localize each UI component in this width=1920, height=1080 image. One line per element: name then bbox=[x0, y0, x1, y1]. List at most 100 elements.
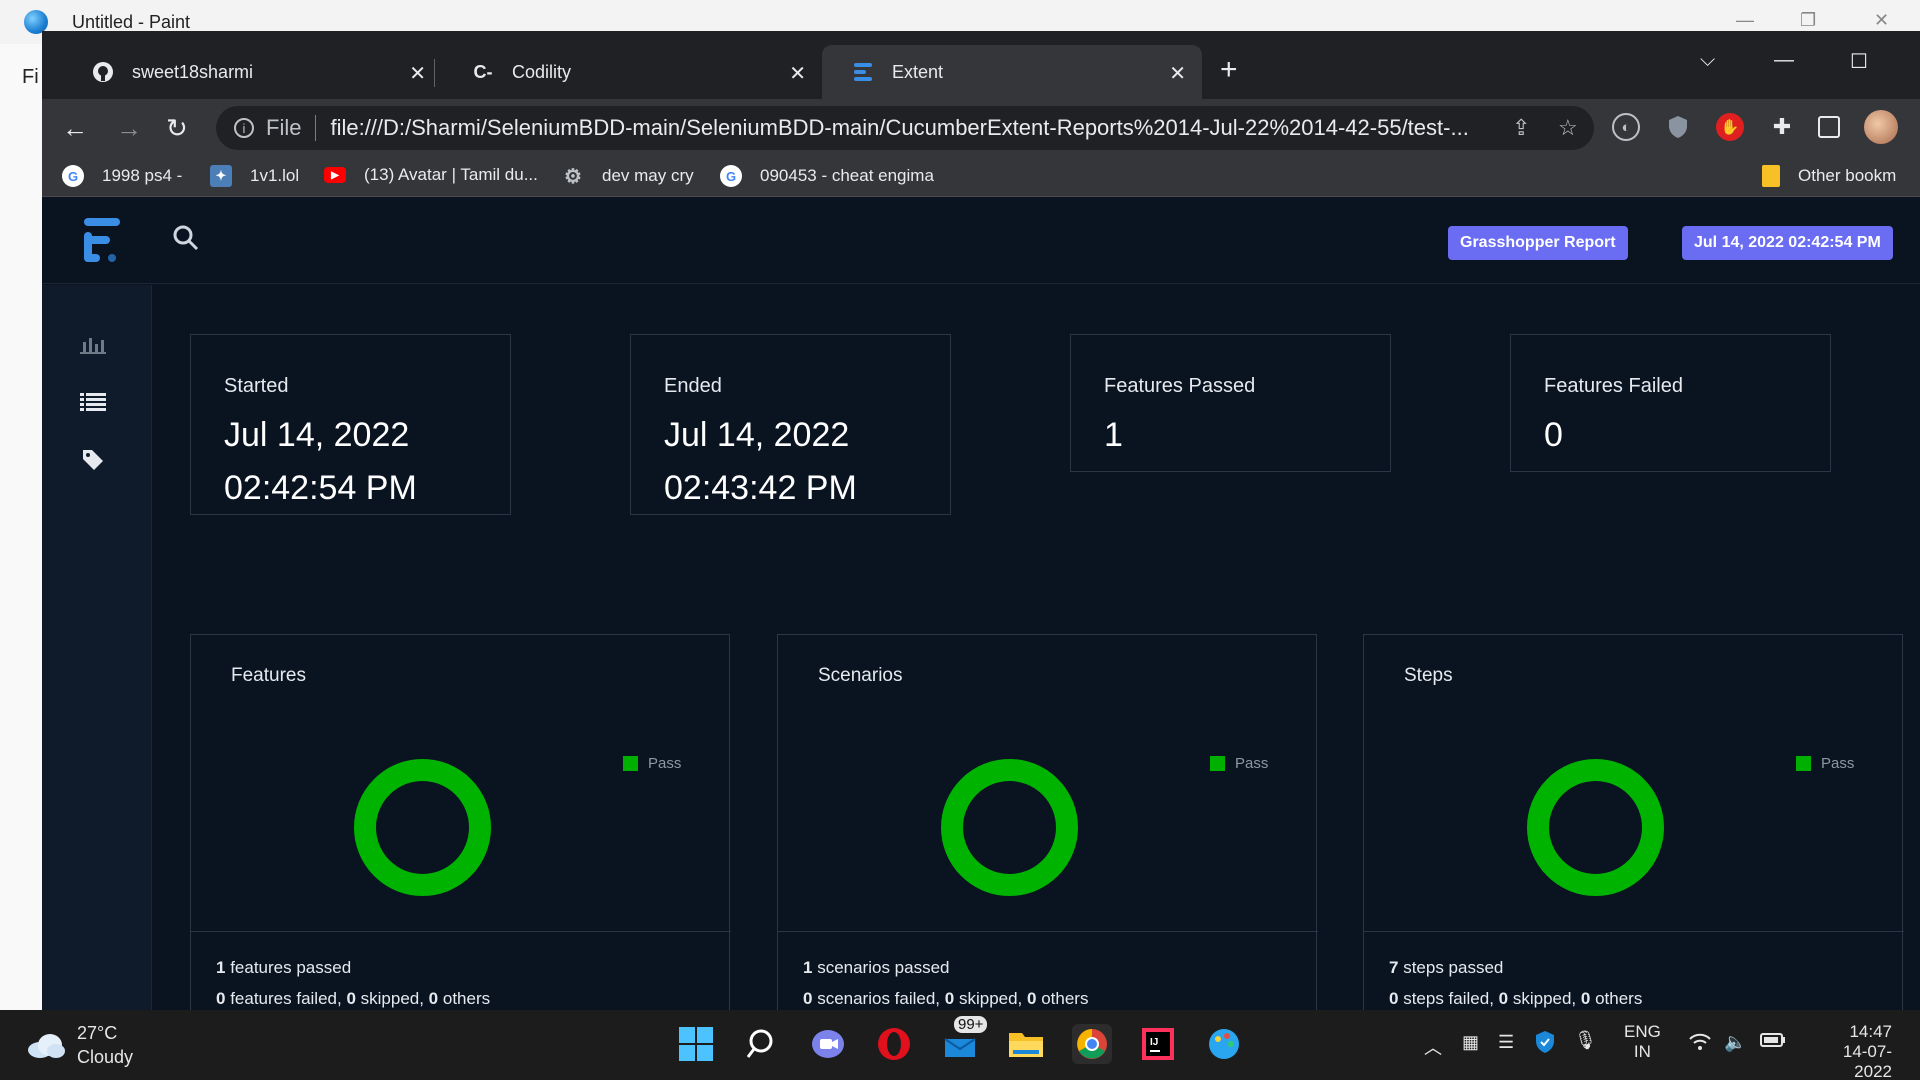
stat-card-started: Started Jul 14, 2022 02:42:54 PM bbox=[190, 334, 511, 515]
bookmark-label: 1998 ps4 - bbox=[102, 166, 183, 185]
dashboard-chart-icon[interactable] bbox=[78, 329, 108, 359]
summary-passed: 7 steps passed bbox=[1389, 958, 1504, 977]
security-shield-icon[interactable] bbox=[1534, 1030, 1556, 1059]
shield-icon[interactable] bbox=[1664, 113, 1692, 141]
stat-date: Jul 14, 2022 bbox=[664, 416, 850, 454]
donut-chart[interactable] bbox=[354, 759, 491, 896]
reload-icon[interactable]: ↻ bbox=[166, 113, 188, 144]
minimize-icon[interactable]: — bbox=[1774, 49, 1794, 72]
paint-icon[interactable] bbox=[1204, 1024, 1244, 1064]
bookmark-item[interactable]: G 090453 - cheat engima bbox=[720, 165, 934, 187]
stat-time: 02:42:54 PM bbox=[224, 469, 417, 507]
chrome-icon[interactable] bbox=[1072, 1024, 1112, 1064]
taskbar-app-icon[interactable]: ▦ bbox=[1462, 1032, 1479, 1053]
wifi-icon[interactable] bbox=[1688, 1032, 1712, 1057]
tag-icon[interactable] bbox=[78, 445, 108, 475]
report-top-nav: Grasshopper Report Jul 14, 2022 02:42:54… bbox=[42, 198, 1920, 284]
extent-report-page: Grasshopper Report Jul 14, 2022 02:42:54… bbox=[42, 198, 1920, 1010]
maximize-icon[interactable]: ☐ bbox=[1850, 49, 1868, 74]
close-icon[interactable]: ✕ bbox=[1169, 61, 1186, 86]
paint-close-icon[interactable]: ✕ bbox=[1874, 10, 1889, 31]
intellij-icon[interactable]: IJ bbox=[1138, 1024, 1178, 1064]
share-icon[interactable]: ⇪ bbox=[1512, 115, 1530, 141]
google-icon: G bbox=[720, 165, 742, 187]
volume-icon[interactable]: 🔈 bbox=[1724, 1032, 1746, 1053]
weather-temp[interactable]: 27°C bbox=[77, 1023, 117, 1044]
back-arrow-icon[interactable]: ← bbox=[62, 113, 88, 144]
youtube-icon: ▶ bbox=[324, 167, 346, 183]
stat-time: 02:43:42 PM bbox=[664, 469, 857, 507]
tab-github[interactable]: sweet18sharmi ✕ bbox=[62, 45, 442, 99]
legend-pass[interactable]: Pass bbox=[623, 755, 681, 772]
summary-passed: 1 features passed bbox=[216, 958, 352, 977]
stat-title: Ended bbox=[664, 375, 722, 397]
side-panel-icon[interactable] bbox=[1818, 116, 1840, 138]
legend-pass[interactable]: Pass bbox=[1210, 755, 1268, 772]
bookmark-item[interactable]: ⚙ dev may cry bbox=[562, 165, 694, 188]
chevron-up-icon[interactable]: ︿ bbox=[1424, 1034, 1442, 1060]
donut-chart[interactable] bbox=[941, 759, 1078, 896]
legend-swatch bbox=[1796, 756, 1811, 771]
battery-icon[interactable] bbox=[1760, 1032, 1786, 1053]
bookmark-label: dev may cry bbox=[602, 166, 694, 185]
report-name-badge: Grasshopper Report bbox=[1448, 226, 1628, 260]
opera-icon[interactable] bbox=[874, 1024, 914, 1064]
address-bar[interactable]: i File file:///D:/Sharmi/SeleniumBDD-mai… bbox=[216, 106, 1594, 150]
search-icon[interactable] bbox=[172, 224, 200, 259]
start-windows-icon[interactable] bbox=[676, 1024, 716, 1064]
microphone-icon[interactable]: 🎙 bbox=[1574, 1030, 1597, 1051]
adblock-hand-icon[interactable]: ✋ bbox=[1716, 113, 1744, 141]
weather-condition[interactable]: Cloudy bbox=[77, 1047, 133, 1068]
browser-window: sweet18sharmi ✕ C- Codility ✕ Extent ✕ +… bbox=[42, 31, 1920, 1010]
url-text[interactable]: file:///D:/Sharmi/SeleniumBDD-main/Selen… bbox=[330, 115, 1480, 141]
bookmark-label: 090453 - cheat engima bbox=[760, 166, 934, 185]
notes-icon[interactable]: ☰ bbox=[1498, 1032, 1514, 1053]
bookmark-label: (13) Avatar | Tamil du... bbox=[364, 165, 538, 184]
paint-minimize-icon[interactable]: — bbox=[1736, 10, 1754, 31]
bookmark-star-icon[interactable]: ☆ bbox=[1558, 115, 1578, 141]
tab-search-chevron-icon[interactable]: ⌵ bbox=[1700, 49, 1715, 72]
bookmark-item[interactable]: ▶ (13) Avatar | Tamil du... bbox=[324, 165, 538, 185]
stat-value: Jul 14, 2022 02:43:42 PM bbox=[664, 409, 857, 515]
paint-window-title: Untitled - Paint bbox=[72, 12, 191, 32]
file-explorer-icon[interactable] bbox=[1006, 1024, 1046, 1064]
close-icon[interactable]: ✕ bbox=[409, 61, 426, 86]
avatar[interactable] bbox=[1864, 110, 1898, 144]
new-tab-button[interactable]: + bbox=[1220, 53, 1238, 87]
tab-label: sweet18sharmi bbox=[132, 61, 254, 82]
info-icon[interactable]: i bbox=[234, 118, 254, 138]
stat-card-features-passed: Features Passed 1 bbox=[1070, 334, 1391, 472]
paint-restore-icon[interactable]: ❐ bbox=[1800, 10, 1816, 31]
language-indicator[interactable]: ENG IN bbox=[1624, 1022, 1661, 1062]
features-panel: Features Pass 1 features passed 0 featur… bbox=[190, 634, 731, 1010]
legend-pass[interactable]: Pass bbox=[1796, 755, 1854, 772]
extent-logo bbox=[78, 212, 126, 268]
donut-chart[interactable] bbox=[1527, 759, 1664, 896]
summary-failed: 0 scenarios failed, 0 skipped, 0 others bbox=[803, 989, 1089, 1008]
windows-taskbar: 27°C Cloudy 99+ IJ ︿ ▦ ☰ 🎙 ENG IN 🔈 14:4… bbox=[0, 1010, 1920, 1080]
stat-value: 0 bbox=[1544, 416, 1563, 454]
bookmark-item[interactable]: G 1998 ps4 - bbox=[62, 165, 182, 187]
bookmark-item[interactable]: ✦ 1v1.lol bbox=[210, 165, 299, 187]
teams-chat-icon[interactable] bbox=[808, 1024, 848, 1064]
system-clock[interactable]: 14:47 14-07-2022 bbox=[1806, 1022, 1892, 1080]
search-icon[interactable] bbox=[742, 1024, 782, 1064]
extension-circle-icon[interactable]: ◐ bbox=[1612, 113, 1640, 141]
mail-icon[interactable]: 99+ bbox=[940, 1016, 988, 1064]
stat-value: Jul 14, 2022 02:42:54 PM bbox=[224, 409, 417, 515]
report-side-nav bbox=[42, 285, 152, 1010]
stat-title: Started bbox=[224, 375, 289, 397]
cloud-icon[interactable] bbox=[26, 1026, 66, 1066]
extensions-puzzle-icon[interactable]: ✚ bbox=[1768, 113, 1796, 141]
stat-card-ended: Ended Jul 14, 2022 02:43:42 PM bbox=[630, 334, 951, 515]
paint-menu-file[interactable]: Fi bbox=[22, 66, 39, 89]
legend-label: Pass bbox=[648, 755, 682, 772]
list-icon[interactable] bbox=[78, 387, 108, 417]
tab-codility[interactable]: C- Codility ✕ bbox=[442, 45, 822, 99]
close-icon[interactable]: ✕ bbox=[789, 61, 806, 86]
bookmark-item[interactable]: Other bookm bbox=[1762, 165, 1896, 187]
tab-extent[interactable]: Extent ✕ bbox=[822, 45, 1202, 99]
forward-arrow-icon[interactable]: → bbox=[116, 113, 142, 144]
report-timestamp-badge: Jul 14, 2022 02:42:54 PM bbox=[1682, 226, 1893, 260]
codility-icon: C- bbox=[473, 61, 493, 82]
